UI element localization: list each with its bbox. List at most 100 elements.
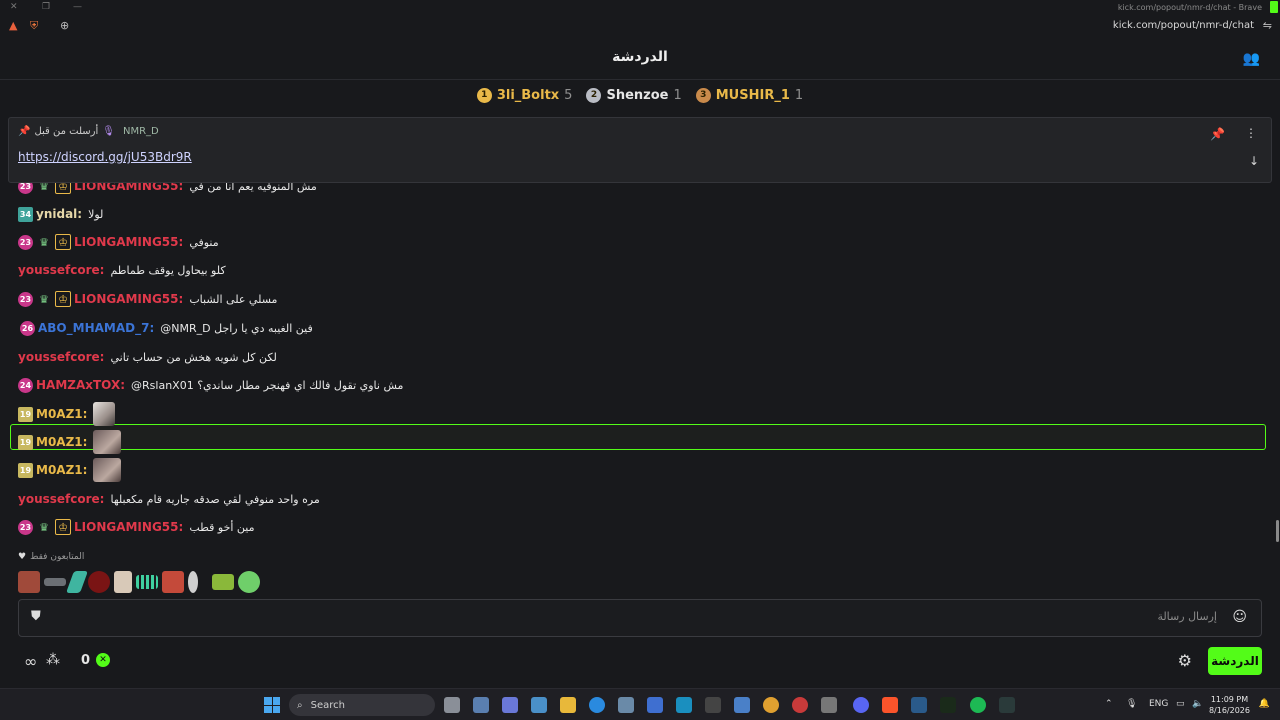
edge-icon[interactable]: [589, 697, 605, 713]
emote[interactable]: [44, 578, 66, 586]
send-chat-button[interactable]: الدردشة: [1208, 647, 1262, 675]
chat-username[interactable]: M0AZ1:: [36, 435, 87, 449]
app-icon[interactable]: [531, 697, 547, 713]
emote[interactable]: [212, 574, 234, 590]
chat-username[interactable]: HAMZAxTOX:: [36, 378, 125, 392]
users-icon[interactable]: 👥: [1243, 51, 1260, 67]
app-icon[interactable]: [734, 697, 750, 713]
cat-emote[interactable]: [93, 458, 122, 482]
shield-icon[interactable]: ⛊: [31, 609, 41, 624]
site-settings-icon[interactable]: ⇋: [1263, 19, 1272, 32]
system-clock[interactable]: 11:09 PM 8/16/2026: [1209, 694, 1250, 716]
url-text[interactable]: kick.com/popout/nmr-d/chat: [1113, 20, 1254, 31]
leader-entry[interactable]: 3 MUSHIR_1 1: [695, 87, 803, 103]
store-icon[interactable]: [618, 697, 634, 713]
brave-icon[interactable]: [882, 697, 898, 713]
cat-emote[interactable]: [93, 430, 122, 454]
discord-icon[interactable]: [853, 697, 869, 713]
more-options-icon[interactable]: ⋮: [1245, 126, 1257, 140]
restore-window-icon[interactable]: ❐: [42, 2, 50, 12]
chat-text: كلو بيحاول يوقف طماطم: [110, 263, 226, 277]
gear-icon[interactable]: ⚙: [1178, 651, 1192, 670]
minimize-window-icon[interactable]: —: [73, 2, 82, 12]
crown-badge-icon: ♔: [55, 519, 71, 535]
spotify-icon[interactable]: [970, 697, 986, 713]
tray-chevron-icon[interactable]: ⌃: [1105, 699, 1113, 709]
chat-username[interactable]: M0AZ1:: [36, 463, 87, 477]
taskbar-search[interactable]: ⌕ Search: [289, 694, 435, 716]
pinned-link[interactable]: https://discord.gg/jU53Bdr9R: [18, 150, 192, 164]
chat-username[interactable]: youssefcore:: [18, 492, 104, 506]
message-input[interactable]: ⛊ إرسال رسالة ☺: [18, 599, 1262, 637]
pinned-author[interactable]: NMR_D: [123, 126, 159, 137]
chat-username[interactable]: youssefcore:: [18, 263, 104, 277]
zoom-icon[interactable]: ⊕: [60, 19, 69, 32]
chat-username[interactable]: LIONGAMING55:: [74, 520, 183, 534]
cat-emote[interactable]: [93, 402, 116, 426]
task-view-icon[interactable]: [444, 697, 460, 713]
emote[interactable]: [238, 571, 260, 593]
chat-message[interactable]: 19 M0AZ1:: [18, 430, 122, 454]
close-window-icon[interactable]: ✕: [10, 2, 18, 12]
kick-icon[interactable]: [940, 697, 956, 713]
windows-start-icon[interactable]: [264, 697, 280, 713]
app-icon[interactable]: [676, 697, 692, 713]
emote[interactable]: [114, 571, 132, 593]
chat-message[interactable]: 23 ♛ ♔ LIONGAMING55: مين أخو قطب: [18, 516, 255, 538]
chat-message[interactable]: 19 M0AZ1:: [18, 402, 116, 426]
chat-message[interactable]: youssefcore: مره واحد منوفي لقي صدقه جاري…: [18, 488, 320, 510]
emote[interactable]: [188, 571, 198, 593]
app-icon[interactable]: [647, 697, 663, 713]
window-titlebar: ✕ ❐ — kick.com/popout/nmr-d/chat - Brave: [0, 0, 1280, 15]
chat-message[interactable]: 24 HAMZAxTOX: @RslanX01 مش ناوي تقول فالك …: [18, 374, 403, 396]
emote[interactable]: [162, 571, 184, 593]
app-icon[interactable]: [821, 697, 837, 713]
chat-message[interactable]: youssefcore: كلو بيحاول يوقف طماطم: [18, 259, 226, 281]
chat-username[interactable]: ABO_MHAMAD_7:: [38, 321, 154, 335]
emote[interactable]: [18, 571, 40, 593]
expand-down-icon[interactable]: ↓: [1249, 154, 1259, 168]
scrollbar-thumb[interactable]: [1276, 520, 1279, 542]
leader-entry[interactable]: 1 3li_Boltx 5: [476, 87, 572, 103]
unpin-icon[interactable]: 📌: [1210, 127, 1225, 141]
chat-message[interactable]: 34 ynidal: لولا: [18, 203, 103, 225]
brave-rewards-icon[interactable]: ▲: [9, 19, 17, 32]
app-icon[interactable]: [792, 697, 808, 713]
leader-name: MUSHIR_1: [715, 87, 790, 103]
leader-name: 3li_Boltx: [496, 87, 560, 103]
clock-time: 11:09 PM: [1210, 695, 1249, 704]
chat-username[interactable]: LIONGAMING55:: [74, 235, 183, 249]
notification-icon[interactable]: 🔔: [1259, 699, 1270, 709]
chat-message[interactable]: 19 M0AZ1:: [18, 458, 122, 482]
app-icon[interactable]: [502, 697, 518, 713]
emoji-icon[interactable]: ☺: [1232, 609, 1247, 625]
chat-message[interactable]: youssefcore: لكن كل شويه هخش من حساب تاني: [18, 346, 277, 368]
infinity-icon[interactable]: ∞: [24, 652, 37, 671]
pin-icon: 📌: [18, 126, 31, 137]
app-icon[interactable]: [999, 697, 1015, 713]
capcut-icon[interactable]: [705, 697, 721, 713]
mic-tray-icon[interactable]: 🎙: [1126, 699, 1137, 709]
leader-entry[interactable]: 2 Shenzoe 1: [586, 87, 682, 103]
emote[interactable]: [65, 571, 89, 593]
chat-username[interactable]: ynidal:: [36, 207, 82, 221]
file-explorer-icon[interactable]: [560, 697, 576, 713]
brave-shield-icon[interactable]: ⛨: [30, 19, 38, 33]
kick-points-icon[interactable]: ✕: [96, 653, 110, 667]
gifter-badge-icon: ♛: [39, 235, 49, 249]
app-icon[interactable]: [473, 697, 489, 713]
steam-icon[interactable]: [911, 697, 927, 713]
points-icon[interactable]: ⁂: [46, 652, 60, 668]
chat-message[interactable]: 26 ABO_MHAMAD_7: @NMR_D فين الغيبه دي يا ر…: [20, 317, 313, 339]
chat-username[interactable]: youssefcore:: [18, 350, 104, 364]
volume-icon[interactable]: 🔈: [1192, 699, 1203, 709]
emote[interactable]: [88, 571, 110, 593]
chat-username[interactable]: LIONGAMING55:: [74, 292, 183, 306]
network-icon[interactable]: ▭: [1176, 699, 1185, 709]
emote[interactable]: [136, 575, 158, 589]
chat-message[interactable]: 23 ♛ ♔ LIONGAMING55: منوفي: [18, 231, 219, 253]
language-indicator[interactable]: ENG: [1149, 699, 1168, 709]
chrome-icon[interactable]: [763, 697, 779, 713]
chat-username[interactable]: M0AZ1:: [36, 407, 87, 421]
chat-message[interactable]: 23 ♛ ♔ LIONGAMING55: مسلي على الشباب: [18, 288, 277, 310]
